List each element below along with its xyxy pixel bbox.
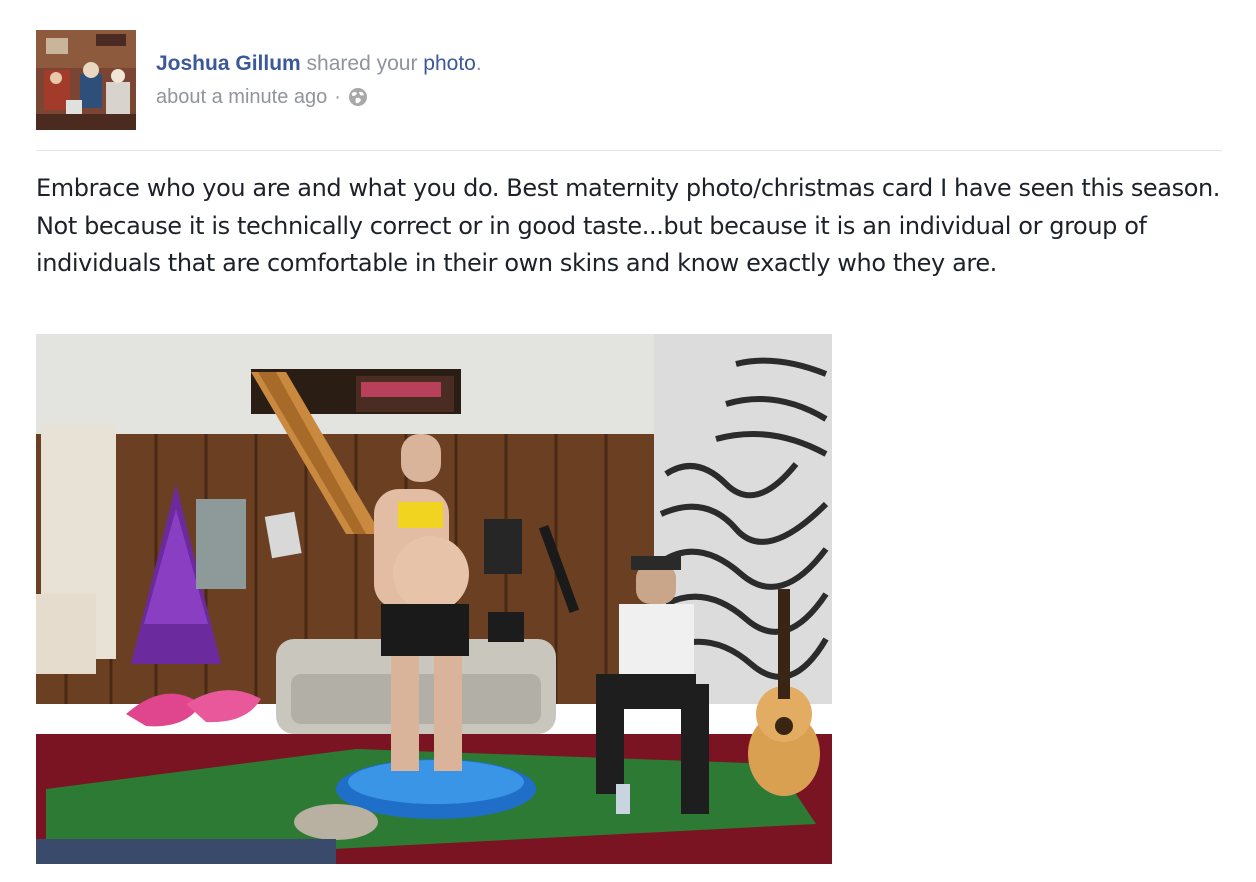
globe-icon[interactable]: [348, 87, 368, 107]
story-message: Embrace who you are and what you do. Bes…: [36, 174, 1221, 277]
photo-link[interactable]: photo: [423, 52, 476, 75]
avatar[interactable]: [36, 30, 136, 130]
story-header: Joshua Gillum shared your photo. about a…: [36, 30, 1222, 130]
action-text: shared your: [306, 52, 418, 75]
meta-separator: ·: [334, 86, 341, 108]
actor-name-link[interactable]: Joshua Gillum: [156, 52, 301, 75]
shared-photo[interactable]: [36, 334, 832, 864]
story-meta: about a minute ago ·: [156, 84, 482, 110]
timestamp-link[interactable]: about a minute ago: [156, 84, 327, 110]
feed-story: Joshua Gillum shared your photo. about a…: [0, 0, 1256, 882]
story-title: Joshua Gillum shared your photo.: [156, 50, 482, 78]
header-divider: [36, 150, 1222, 151]
story-header-text: Joshua Gillum shared your photo. about a…: [156, 50, 482, 110]
title-suffix: .: [475, 52, 482, 75]
